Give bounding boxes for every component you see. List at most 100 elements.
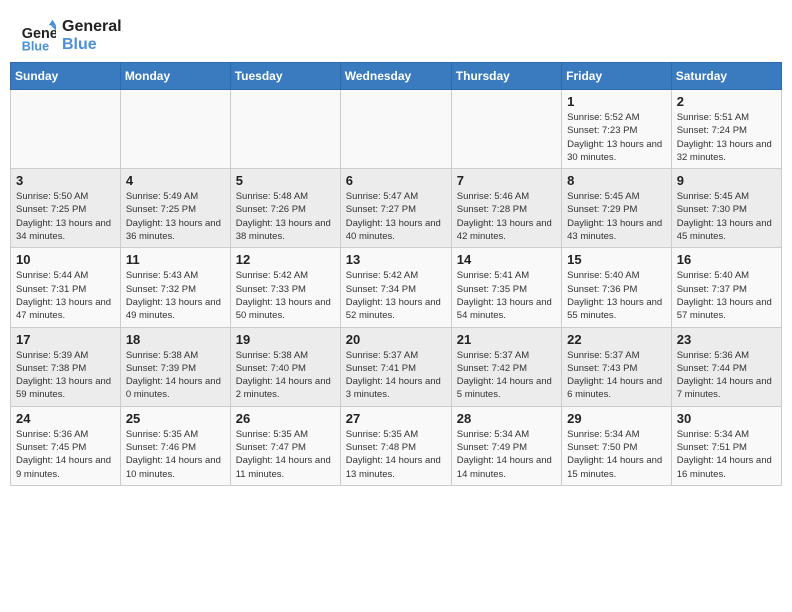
calendar-day: 30 Sunrise: 5:34 AM Sunset: 7:51 PM Dayli… (671, 406, 781, 485)
day-number: 16 (677, 252, 776, 267)
calendar-day: 28 Sunrise: 5:34 AM Sunset: 7:49 PM Dayli… (451, 406, 561, 485)
calendar-table: SundayMondayTuesdayWednesdayThursdayFrid… (10, 62, 782, 486)
day-info: Sunrise: 5:34 AM Sunset: 7:51 PM Dayligh… (677, 428, 776, 481)
calendar-day: 29 Sunrise: 5:34 AM Sunset: 7:50 PM Dayli… (562, 406, 672, 485)
day-number: 23 (677, 332, 776, 347)
calendar-day: 13Sunrise: 5:42 AM Sunset: 7:34 PM Dayli… (340, 248, 451, 327)
day-info: Sunrise: 5:42 AM Sunset: 7:33 PM Dayligh… (236, 269, 335, 322)
day-info: Sunrise: 5:52 AM Sunset: 7:23 PM Dayligh… (567, 111, 666, 164)
day-info: Sunrise: 5:35 AM Sunset: 7:47 PM Dayligh… (236, 428, 335, 481)
day-number: 27 (346, 411, 446, 426)
day-number: 2 (677, 94, 776, 109)
day-info: Sunrise: 5:40 AM Sunset: 7:37 PM Dayligh… (677, 269, 776, 322)
day-number: 29 (567, 411, 666, 426)
weekday-header-row: SundayMondayTuesdayWednesdayThursdayFrid… (11, 63, 782, 90)
day-number: 8 (567, 173, 666, 188)
calendar-day: 15Sunrise: 5:40 AM Sunset: 7:36 PM Dayli… (562, 248, 672, 327)
day-number: 9 (677, 173, 776, 188)
weekday-wednesday: Wednesday (340, 63, 451, 90)
calendar-day: 8 Sunrise: 5:45 AM Sunset: 7:29 PM Daylig… (562, 169, 672, 248)
calendar-day: 5Sunrise: 5:48 AM Sunset: 7:26 PM Daylig… (230, 169, 340, 248)
calendar-day: 22 Sunrise: 5:37 AM Sunset: 7:43 PM Dayli… (562, 327, 672, 406)
calendar-day: 4Sunrise: 5:49 AM Sunset: 7:25 PM Daylig… (120, 169, 230, 248)
day-number: 26 (236, 411, 335, 426)
day-info: Sunrise: 5:44 AM Sunset: 7:31 PM Dayligh… (16, 269, 115, 322)
day-info: Sunrise: 5:46 AM Sunset: 7:28 PM Dayligh… (457, 190, 556, 243)
day-info: Sunrise: 5:50 AM Sunset: 7:25 PM Dayligh… (16, 190, 115, 243)
day-info: Sunrise: 5:37 AM Sunset: 7:42 PM Dayligh… (457, 349, 556, 402)
calendar-day: 10 Sunrise: 5:44 AM Sunset: 7:31 PM Dayli… (11, 248, 121, 327)
calendar-week-2: 3 Sunrise: 5:50 AM Sunset: 7:25 PM Daylig… (11, 169, 782, 248)
calendar-day: 1Sunrise: 5:52 AM Sunset: 7:23 PM Daylig… (562, 90, 672, 169)
day-info: Sunrise: 5:45 AM Sunset: 7:29 PM Dayligh… (567, 190, 666, 243)
day-info: Sunrise: 5:37 AM Sunset: 7:41 PM Dayligh… (346, 349, 446, 402)
day-number: 25 (126, 411, 225, 426)
calendar-week-1: 1Sunrise: 5:52 AM Sunset: 7:23 PM Daylig… (11, 90, 782, 169)
calendar-day (230, 90, 340, 169)
day-number: 3 (16, 173, 115, 188)
logo-blue: Blue (62, 36, 122, 54)
weekday-monday: Monday (120, 63, 230, 90)
day-info: Sunrise: 5:38 AM Sunset: 7:39 PM Dayligh… (126, 349, 225, 402)
calendar-wrapper: SundayMondayTuesdayWednesdayThursdayFrid… (0, 62, 792, 496)
day-info: Sunrise: 5:36 AM Sunset: 7:45 PM Dayligh… (16, 428, 115, 481)
calendar-day: 17Sunrise: 5:39 AM Sunset: 7:38 PM Dayli… (11, 327, 121, 406)
day-number: 24 (16, 411, 115, 426)
day-number: 15 (567, 252, 666, 267)
calendar-day: 20 Sunrise: 5:37 AM Sunset: 7:41 PM Dayli… (340, 327, 451, 406)
day-number: 13 (346, 252, 446, 267)
calendar-day: 9 Sunrise: 5:45 AM Sunset: 7:30 PM Daylig… (671, 169, 781, 248)
weekday-saturday: Saturday (671, 63, 781, 90)
day-number: 20 (346, 332, 446, 347)
calendar-day: 6 Sunrise: 5:47 AM Sunset: 7:27 PM Daylig… (340, 169, 451, 248)
calendar-day: 12 Sunrise: 5:42 AM Sunset: 7:33 PM Dayli… (230, 248, 340, 327)
logo-general: General (62, 18, 122, 36)
weekday-tuesday: Tuesday (230, 63, 340, 90)
day-number: 17 (16, 332, 115, 347)
day-info: Sunrise: 5:35 AM Sunset: 7:46 PM Dayligh… (126, 428, 225, 481)
calendar-day (340, 90, 451, 169)
page-header: General Blue General Blue (0, 0, 792, 62)
calendar-day: 19 Sunrise: 5:38 AM Sunset: 7:40 PM Dayli… (230, 327, 340, 406)
day-number: 30 (677, 411, 776, 426)
day-info: Sunrise: 5:37 AM Sunset: 7:43 PM Dayligh… (567, 349, 666, 402)
calendar-day: 24 Sunrise: 5:36 AM Sunset: 7:45 PM Dayli… (11, 406, 121, 485)
weekday-sunday: Sunday (11, 63, 121, 90)
day-number: 5 (236, 173, 335, 188)
day-info: Sunrise: 5:43 AM Sunset: 7:32 PM Dayligh… (126, 269, 225, 322)
day-info: Sunrise: 5:38 AM Sunset: 7:40 PM Dayligh… (236, 349, 335, 402)
calendar-day: 2Sunrise: 5:51 AM Sunset: 7:24 PM Daylig… (671, 90, 781, 169)
weekday-friday: Friday (562, 63, 672, 90)
day-number: 18 (126, 332, 225, 347)
calendar-day (120, 90, 230, 169)
day-number: 4 (126, 173, 225, 188)
weekday-thursday: Thursday (451, 63, 561, 90)
day-number: 28 (457, 411, 556, 426)
svg-text:Blue: Blue (22, 39, 49, 53)
calendar-day: 7 Sunrise: 5:46 AM Sunset: 7:28 PM Daylig… (451, 169, 561, 248)
day-number: 21 (457, 332, 556, 347)
logo: General Blue General Blue (20, 18, 122, 54)
day-info: Sunrise: 5:47 AM Sunset: 7:27 PM Dayligh… (346, 190, 446, 243)
day-info: Sunrise: 5:41 AM Sunset: 7:35 PM Dayligh… (457, 269, 556, 322)
day-number: 12 (236, 252, 335, 267)
calendar-header: SundayMondayTuesdayWednesdayThursdayFrid… (11, 63, 782, 90)
calendar-week-5: 24 Sunrise: 5:36 AM Sunset: 7:45 PM Dayli… (11, 406, 782, 485)
day-number: 22 (567, 332, 666, 347)
day-info: Sunrise: 5:36 AM Sunset: 7:44 PM Dayligh… (677, 349, 776, 402)
calendar-day (11, 90, 121, 169)
calendar-day: 18 Sunrise: 5:38 AM Sunset: 7:39 PM Dayli… (120, 327, 230, 406)
day-number: 7 (457, 173, 556, 188)
calendar-day: 25 Sunrise: 5:35 AM Sunset: 7:46 PM Dayli… (120, 406, 230, 485)
calendar-day: 16 Sunrise: 5:40 AM Sunset: 7:37 PM Dayli… (671, 248, 781, 327)
day-info: Sunrise: 5:34 AM Sunset: 7:49 PM Dayligh… (457, 428, 556, 481)
calendar-week-3: 10 Sunrise: 5:44 AM Sunset: 7:31 PM Dayli… (11, 248, 782, 327)
day-number: 10 (16, 252, 115, 267)
day-number: 6 (346, 173, 446, 188)
day-info: Sunrise: 5:34 AM Sunset: 7:50 PM Dayligh… (567, 428, 666, 481)
day-number: 19 (236, 332, 335, 347)
calendar-body: 1Sunrise: 5:52 AM Sunset: 7:23 PM Daylig… (11, 90, 782, 486)
day-info: Sunrise: 5:35 AM Sunset: 7:48 PM Dayligh… (346, 428, 446, 481)
day-info: Sunrise: 5:45 AM Sunset: 7:30 PM Dayligh… (677, 190, 776, 243)
calendar-day (451, 90, 561, 169)
